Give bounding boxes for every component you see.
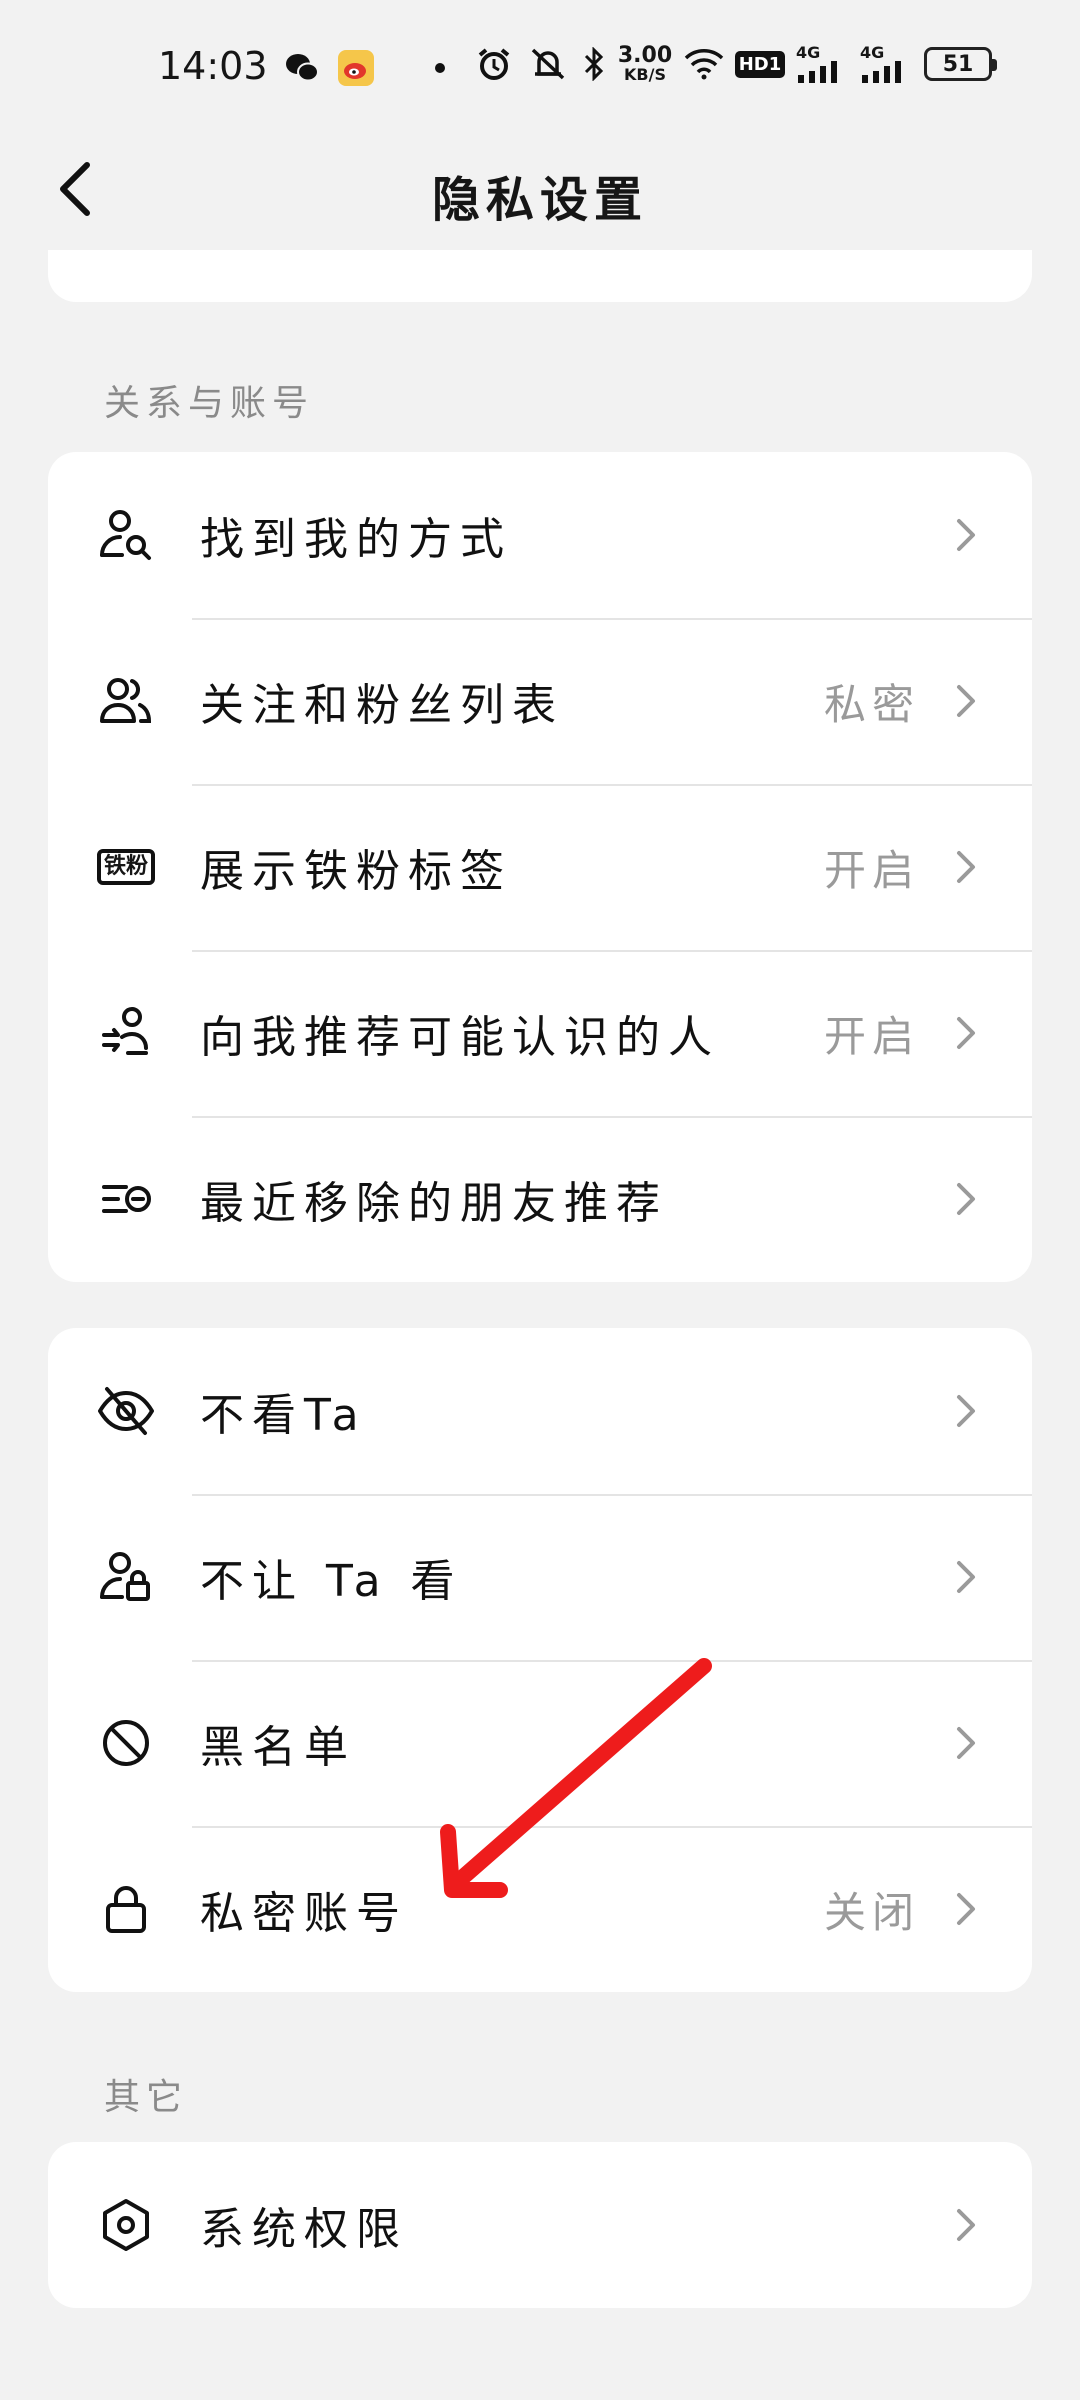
section-label-other: 其它 [104,2077,189,2118]
hd-icon: HD1 [734,44,786,84]
network-speed: 3.00 KB/S [617,43,673,84]
chevron-right-icon [952,1013,980,1053]
previous-section-card [48,250,1032,302]
section-label-relation: 关系与账号 [104,383,315,424]
relation-card: 找到我的方式 关注和粉丝列表 私密 铁粉 展示铁粉标签 开启 向我推荐可能认识的… [48,452,1032,1282]
status-time: 14:03 [158,44,268,88]
other-card: 系统权限 [48,2142,1032,2308]
signal-4g-icon-1: 4G [796,44,846,84]
row-removed-recommendations[interactable]: 最近移除的朋友推荐 [48,1116,1032,1282]
row-label: 黑名单 [200,1722,356,1773]
bluetooth-icon [582,44,606,84]
hexagon-settings-icon [96,2195,156,2255]
chevron-right-icon [952,1557,980,1597]
row-private-account[interactable]: 私密账号 关闭 [48,1826,1032,1992]
app-header: 隐私设置 [0,132,1080,244]
weibo-icon [336,48,376,88]
wechat-icon [282,48,322,88]
row-label: 最近移除的朋友推荐 [200,1178,668,1229]
row-label: 不看Ta [200,1390,367,1441]
row-value: 私密 [823,679,920,729]
wifi-icon [684,44,724,84]
row-value: 开启 [823,845,920,895]
row-dont-see-ta[interactable]: 不看Ta [48,1328,1032,1494]
row-label: 找到我的方式 [200,514,512,565]
battery-icon: 51 [924,47,997,81]
visibility-card: 不看Ta 不让 Ta 看 黑名单 私密账号 关闭 [48,1328,1032,1992]
row-recommend-people[interactable]: 向我推荐可能认识的人 开启 [48,950,1032,1116]
alarm-icon [474,44,514,84]
followers-icon [96,671,156,731]
row-value: 关闭 [823,1887,920,1937]
row-blacklist[interactable]: 黑名单 [48,1660,1032,1826]
row-label: 向我推荐可能认识的人 [200,1012,720,1063]
row-label: 私密账号 [200,1888,408,1939]
system-icons: 3.00 KB/S HD1 4G 4G 51 [474,43,997,84]
row-system-permissions[interactable]: 系统权限 [48,2142,1032,2308]
signal-4g-icon-2: 4G [860,44,910,84]
row-followers-list[interactable]: 关注和粉丝列表 私密 [48,618,1032,784]
row-label: 不让 Ta 看 [200,1556,463,1607]
row-label: 展示铁粉标签 [200,846,512,897]
chevron-right-icon [952,2205,980,2245]
row-find-me[interactable]: 找到我的方式 [48,452,1032,618]
chevron-right-icon [952,681,980,721]
removed-list-icon [96,1169,156,1229]
chevron-right-icon [952,1889,980,1929]
row-value: 开启 [823,1011,920,1061]
eye-off-icon [96,1381,156,1441]
chevron-right-icon [952,847,980,887]
chevron-right-icon [952,1391,980,1431]
dot-icon [430,48,450,88]
find-me-icon [96,505,156,565]
user-lock-icon [96,1547,156,1607]
recommend-user-icon [96,1003,156,1063]
mute-icon [528,44,568,84]
chevron-right-icon [952,515,980,555]
status-bar: 14:03 3.00 KB/S HD1 4G 4G 51 [0,0,1080,132]
iron-fan-badge-icon: 铁粉 [96,837,156,897]
chevron-right-icon [952,1723,980,1763]
row-dont-let-ta-see[interactable]: 不让 Ta 看 [48,1494,1032,1660]
notification-icons [282,48,450,88]
row-iron-fan-badge[interactable]: 铁粉 展示铁粉标签 开启 [48,784,1032,950]
page-title: 隐私设置 [431,172,648,228]
row-label: 系统权限 [200,2204,408,2255]
chevron-right-icon [952,1179,980,1219]
block-icon [96,1713,156,1773]
row-label: 关注和粉丝列表 [200,680,564,731]
lock-icon [96,1879,156,1939]
